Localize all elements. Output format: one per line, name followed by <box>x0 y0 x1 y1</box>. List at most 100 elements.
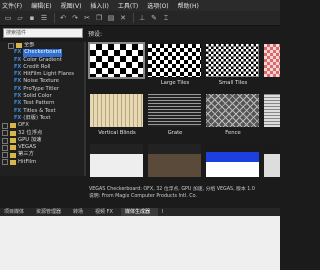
expand-icon[interactable] <box>2 122 8 129</box>
preset-label: 预设: <box>88 31 103 38</box>
properties-icon[interactable]: ☰ <box>39 13 49 23</box>
tree-item[interactable]: FX HitFilm Light Flares <box>0 71 84 78</box>
trim-icon[interactable]: ⌶ <box>161 13 171 23</box>
tree-item[interactable]: FX Credit Roll <box>0 64 84 71</box>
tree-item[interactable]: HitFilm <box>0 159 84 166</box>
undo-icon[interactable]: ↶ <box>58 13 68 23</box>
expand-icon[interactable] <box>2 159 8 166</box>
preset-label: Small Tiles <box>218 80 248 86</box>
paste-icon[interactable]: ▤ <box>106 13 116 23</box>
tree-item-label: 32 位浮点 <box>18 129 43 136</box>
tree-item[interactable]: FX Checkerboard <box>0 49 84 57</box>
preset-thumbnail[interactable] <box>206 94 259 127</box>
fx-icon: FX <box>14 56 22 63</box>
menu-item-4[interactable]: 工具(T) <box>118 1 138 10</box>
tree-item[interactable]: VEGAS <box>0 144 84 151</box>
new-icon[interactable]: ▭ <box>3 13 13 23</box>
window-tab[interactable]: 项目媒体 <box>0 208 32 216</box>
tree-item[interactable]: FX ProType Titler <box>0 86 84 93</box>
plugin-info-line1: VEGAS Checkerboard: OFX, 32 位浮点, GPU 加速,… <box>89 187 255 192</box>
preset-thumbnail[interactable] <box>88 42 145 79</box>
window-tab[interactable]: I <box>158 208 171 216</box>
tree-item[interactable]: FX Color Gradient <box>0 57 84 64</box>
snap-icon[interactable]: ⊥ <box>137 13 147 23</box>
fx-icon: FX <box>14 93 22 100</box>
preset-label: Fence <box>225 130 241 136</box>
preset-thumbnail[interactable] <box>206 44 259 77</box>
window-tab[interactable]: 资源管理器 <box>32 208 69 216</box>
preset-thumbnail[interactable] <box>264 94 280 127</box>
folder-icon <box>16 43 22 49</box>
preset-thumbnail[interactable] <box>90 94 143 127</box>
tree-item[interactable]: FX (旧版) Text <box>0 115 84 122</box>
window-tab[interactable]: 媒体生成器 <box>120 208 158 216</box>
tree-item-label: Checkerboard <box>23 49 63 57</box>
folder-icon <box>10 123 16 129</box>
window-tab[interactable]: 转场 <box>69 208 91 216</box>
tree-item[interactable]: 第三方 <box>0 151 84 159</box>
folder-icon <box>10 138 16 143</box>
tree-item[interactable]: FX Solid Color <box>0 93 84 100</box>
open-icon[interactable]: ▱ <box>15 13 25 23</box>
menu-item-3[interactable]: 插入(I) <box>90 1 108 10</box>
preset-label: Vertical Blinds <box>98 130 136 136</box>
menu-bar: 文件(F) 编辑(E) 视图(V) 插入(I) 工具(T) 选项(O) 帮助(H) <box>0 0 280 11</box>
preset-thumbnail[interactable] <box>148 94 201 127</box>
preset-label: Horizon <box>262 80 280 86</box>
tree-item-label: HitFilm <box>18 158 37 165</box>
folder-icon <box>10 159 16 165</box>
menu-item-2[interactable]: 视图(V) <box>61 1 82 10</box>
fx-icon: FX <box>14 107 22 114</box>
tree-item[interactable]: FX Test Pattern <box>0 100 84 107</box>
expand-icon[interactable] <box>2 137 8 144</box>
tree-item-label: OFX <box>18 122 29 129</box>
toolbar-separator <box>54 13 55 23</box>
preset-thumbnail[interactable] <box>148 44 201 77</box>
tree-item-label: HitFilm Light Flares <box>23 71 75 78</box>
copy-icon[interactable]: ❐ <box>94 13 104 23</box>
tree-item[interactable]: FX Noise Texture <box>0 78 84 85</box>
save-icon[interactable]: ▪ <box>27 13 37 23</box>
search-input[interactable]: 搜索插件 <box>3 28 83 38</box>
expand-icon[interactable] <box>2 130 8 137</box>
edit-icon[interactable]: ✎ <box>149 13 159 23</box>
tree-item-label: GPU 加速 <box>18 136 42 143</box>
expand-icon[interactable] <box>8 42 14 49</box>
tree-item-label: Color Gradient <box>23 56 62 63</box>
toolbar: ▭ ▱ ▪ ☰ ↶ ↷ ✂ ❐ ▤ ✕ ⊥ ✎ ⌶ <box>0 11 280 26</box>
preset-label: Large Tiles <box>160 80 190 86</box>
tree-item[interactable]: 全部 <box>0 42 84 49</box>
fx-icon: FX <box>14 85 22 92</box>
tree-item-label: 全部 <box>24 42 35 48</box>
fx-icon: FX <box>14 63 22 70</box>
fx-icon: FX <box>14 49 22 56</box>
tree-item[interactable]: OFX <box>0 122 84 129</box>
preset-thumbnail[interactable] <box>264 144 280 177</box>
tree-item[interactable]: FX Titles & Text <box>0 108 84 115</box>
preset-thumbnail[interactable] <box>148 144 201 177</box>
preset-thumbnail[interactable] <box>264 44 280 77</box>
tree-item[interactable]: 32 位浮点 <box>0 130 84 137</box>
folder-icon <box>10 152 16 158</box>
menu-item-5[interactable]: 选项(O) <box>147 1 168 10</box>
preset-thumbnail[interactable] <box>90 144 143 177</box>
plugin-tree: 全部 FX Checkerboard FX Color Gradient FX Credit… <box>0 42 84 176</box>
menu-item-6[interactable]: 帮助(H) <box>178 1 199 10</box>
plugin-info: VEGAS Checkerboard: OFX, 32 位浮点, GPU 加速,… <box>86 187 280 202</box>
folder-icon <box>10 130 16 136</box>
preset-label: Grate <box>167 130 183 136</box>
delete-icon[interactable]: ✕ <box>118 13 128 23</box>
menu-item-1[interactable]: 编辑(E) <box>31 1 51 10</box>
preset-thumbnail[interactable] <box>206 144 259 177</box>
expand-icon[interactable] <box>2 144 8 151</box>
expand-icon[interactable] <box>2 152 8 159</box>
menu-item-0[interactable]: 文件(F) <box>2 1 22 10</box>
fx-icon: FX <box>14 78 22 85</box>
fx-icon: FX <box>14 114 22 121</box>
cut-icon[interactable]: ✂ <box>82 13 92 23</box>
tree-item[interactable]: GPU 加速 <box>0 137 84 144</box>
fx-icon: FX <box>14 71 22 78</box>
redo-icon[interactable]: ↷ <box>70 13 80 23</box>
window-tabs: 项目媒体 资源管理器 转场 视频 FX 媒体生成器 I <box>0 208 280 216</box>
window-tab[interactable]: 视频 FX <box>91 208 121 216</box>
